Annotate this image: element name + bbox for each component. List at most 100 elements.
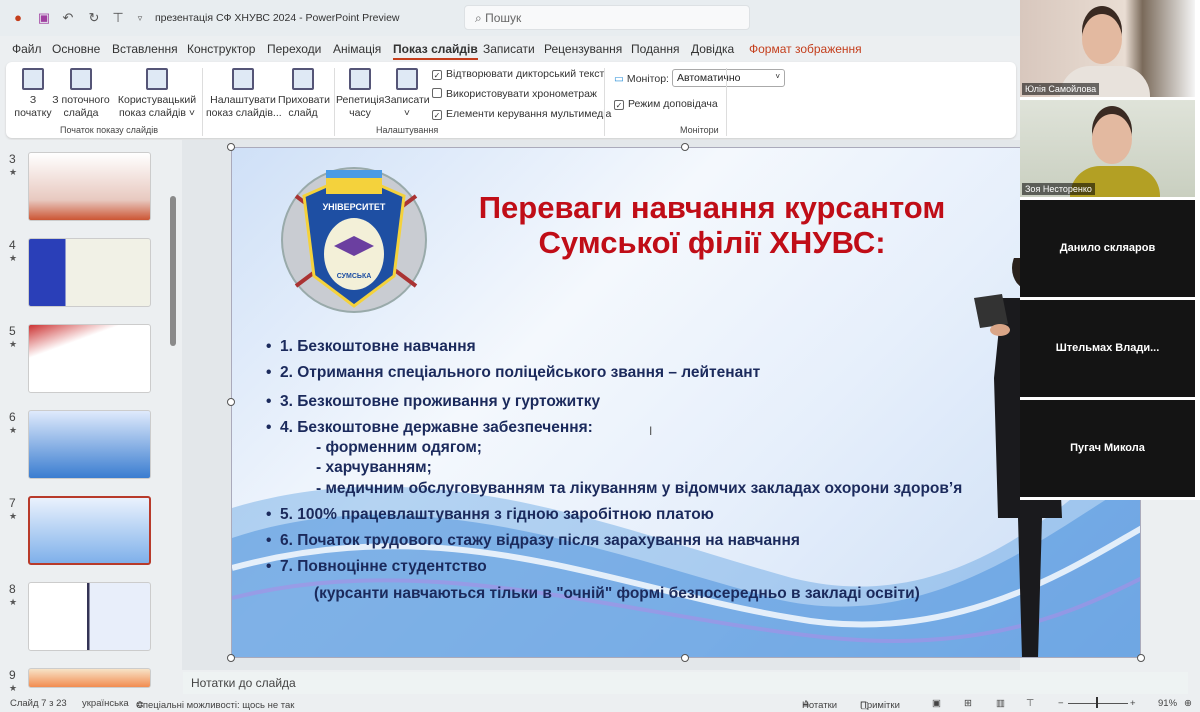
slide-thumbnail[interactable] — [28, 152, 151, 221]
ribbon: З початку З поточного слайда Користуваць… — [6, 62, 1016, 138]
setup-show-button[interactable]: Налаштувати показ слайдів... — [206, 68, 282, 120]
bullet-item: 7. Повноцінне студентство — [266, 558, 487, 576]
video-call-panel: Юлія Самойлова Зоя Несторенко Данило скляа… — [1020, 0, 1200, 500]
participant-name: Данило скляаров — [1059, 242, 1156, 254]
tab-1[interactable]: Основне — [52, 42, 100, 56]
participant-name: Пугач Микола — [1070, 442, 1145, 454]
participant-tile[interactable]: Данило скляаров — [1020, 200, 1195, 297]
zoom-level[interactable]: 91% — [1158, 698, 1177, 709]
monitor-label: ▭ Монітор: — [614, 73, 669, 85]
timings-checkbox[interactable]: Використовувати хронометраж — [432, 88, 597, 100]
slide-thumbnail[interactable] — [28, 668, 151, 688]
participant-tile[interactable]: Штельмах Влади... — [1020, 300, 1195, 397]
participant-tile[interactable]: Юлія Самойлова — [1020, 0, 1195, 97]
animation-star-icon: ★ — [9, 511, 18, 521]
language-indicator[interactable]: українська — [82, 698, 129, 709]
fit-slide-icon[interactable]: ⊕ — [1184, 698, 1192, 709]
normal-view-icon[interactable]: ▣ — [932, 698, 941, 709]
tab-9[interactable]: Подання — [631, 42, 679, 56]
participant-tile[interactable]: Зоя Несторенко — [1020, 100, 1195, 197]
participant-video — [1082, 14, 1122, 64]
slide-thumbnail[interactable] — [28, 324, 151, 393]
resize-handle[interactable] — [681, 143, 689, 151]
divider — [604, 68, 605, 136]
participant-tile[interactable]: Пугач Микола — [1020, 400, 1195, 497]
animation-star-icon: ★ — [9, 683, 18, 693]
slide-thumbnail[interactable] — [28, 582, 151, 651]
present-icon[interactable]: ⊤ — [110, 10, 126, 26]
window-title: презентація СФ ХНУВС 2024 - PowerPoint P… — [155, 12, 400, 24]
ribbon-tabs: Файл Основне Вставлення Конструктор Переходи… — [0, 40, 1020, 60]
slide-thumbnail[interactable] — [28, 238, 151, 307]
tab-4[interactable]: Переходи — [267, 42, 321, 56]
record-button[interactable]: Записати ˅ — [384, 68, 430, 120]
bullet-item: - харчуванням; — [316, 459, 432, 476]
save-icon[interactable]: ▣ — [36, 10, 52, 26]
custom-show-button[interactable]: Користувацький показ слайдів ˅ — [116, 68, 198, 120]
slide-counter: Слайд 7 з 23 — [10, 698, 67, 709]
thumbnail-number: 9 — [9, 668, 16, 682]
play-slide-icon — [22, 68, 44, 90]
reading-view-icon[interactable]: ▥ — [996, 698, 1005, 709]
animation-star-icon: ★ — [9, 167, 18, 177]
tab-6[interactable]: Показ слайдів — [393, 42, 478, 60]
bullet-item: - форменним одягом; — [316, 439, 482, 456]
stopwatch-icon — [349, 68, 371, 90]
chevron-down-icon: ˅ — [775, 72, 780, 81]
from-current-button[interactable]: З поточного слайда — [52, 68, 110, 120]
slide-sorter-icon[interactable]: ⊞ — [964, 698, 972, 709]
thumbnail-number: 4 — [9, 238, 16, 252]
tab-11[interactable]: Формат зображення — [749, 42, 862, 56]
resize-handle[interactable] — [681, 654, 689, 662]
thumbnails-scrollbar[interactable] — [170, 196, 176, 346]
divider — [202, 68, 203, 136]
slide-canvas[interactable]: УНІВЕРСИТЕТ СУМСЬКА Переваги навчання ку… — [231, 147, 1141, 658]
participant-name: Юлія Самойлова — [1022, 83, 1100, 95]
thumbnail-number: 8 — [9, 582, 16, 596]
zoom-slider-thumb[interactable] — [1096, 697, 1098, 708]
thumbnail-number: 3 — [9, 152, 16, 166]
search-icon: ⌕ — [475, 11, 486, 25]
svg-text:УНІВЕРСИТЕТ: УНІВЕРСИТЕТ — [323, 202, 386, 212]
rehearse-timings-button[interactable]: Репетиція часу — [336, 68, 384, 120]
thumbnail-number: 7 — [9, 496, 16, 510]
slideshow-view-icon[interactable]: ⊤ — [1026, 698, 1034, 709]
redo-icon[interactable]: ↻ — [86, 10, 102, 26]
divider — [726, 68, 727, 136]
tab-7[interactable]: Записати — [483, 42, 535, 56]
hide-slide-button[interactable]: Приховати слайд — [278, 68, 330, 120]
participant-name: Штельмах Влади... — [1055, 342, 1160, 354]
from-start-button[interactable]: З початку — [12, 68, 54, 120]
narration-checkbox[interactable]: ✓ Відтворювати дикторський текст — [432, 68, 604, 80]
slide-title: Переваги навчання курсантом Сумської філ… — [478, 190, 946, 260]
participant-name: Зоя Несторенко — [1022, 183, 1095, 195]
tab-0[interactable]: Файл — [12, 42, 42, 56]
notes-input[interactable]: Нотатки до слайда — [183, 672, 1188, 694]
status-bar: Слайд 7 з 23 українська ✲ Спеціальні мож… — [0, 696, 1200, 712]
presenter-view-checkbox[interactable]: ✓ Режим доповідача — [614, 98, 718, 110]
resize-handle[interactable] — [227, 143, 235, 151]
tab-2[interactable]: Вставлення — [112, 42, 178, 56]
tab-5[interactable]: Анімація — [333, 42, 381, 56]
zoom-slider[interactable] — [1068, 703, 1128, 704]
divider — [334, 68, 335, 136]
slide-thumbnails-pane: 3 ★ 4 ★ 5 ★ 6 ★ 7 ★ 8 ★ 9 ★ — [0, 140, 182, 693]
search-input[interactable]: ⌕ Пошук — [464, 5, 750, 30]
tab-10[interactable]: Довідка — [691, 42, 734, 56]
custom-show-icon — [146, 68, 168, 90]
undo-icon[interactable]: ↶ — [60, 10, 76, 26]
slide-thumbnail[interactable] — [28, 410, 151, 479]
monitor-select[interactable]: Автоматично ˅ — [672, 69, 785, 87]
group-label: Початок показу слайдів — [60, 125, 158, 135]
bullet-item: 3. Безкоштовне проживання у гуртожитку — [266, 393, 600, 411]
resize-handle[interactable] — [227, 398, 235, 406]
customize-toolbar-icon[interactable]: ▿ — [132, 10, 148, 26]
resize-handle[interactable] — [1137, 654, 1145, 662]
tab-8[interactable]: Рецензування — [544, 42, 622, 56]
slide-thumbnail[interactable] — [28, 496, 151, 565]
tab-3[interactable]: Конструктор — [187, 42, 255, 56]
zoom-in-button[interactable]: + — [1130, 698, 1136, 709]
media-controls-checkbox[interactable]: ✓ Елементи керування мультимедіа — [432, 108, 611, 120]
resize-handle[interactable] — [227, 654, 235, 662]
zoom-out-button[interactable]: − — [1058, 698, 1064, 709]
